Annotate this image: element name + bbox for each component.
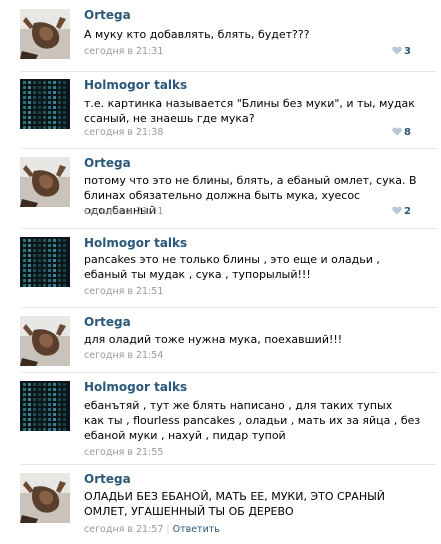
comment-line: для оладий тоже нужна мука, поехавший!!! bbox=[84, 333, 343, 346]
separator bbox=[20, 372, 437, 373]
comment-1: Ortega А муку кто добавлять, блять, буде… bbox=[0, 6, 441, 68]
author-name[interactable]: Holmogor talks bbox=[84, 78, 187, 92]
like-button[interactable]: 3 bbox=[392, 46, 411, 57]
comment-line: А муку кто добавлять, блять, будет??? bbox=[84, 28, 310, 41]
comment-meta: сегодня в 21:51 bbox=[84, 286, 163, 297]
comment-6: Holmogor talks ебанътяй , тут же блять н… bbox=[0, 378, 441, 464]
like-count: 3 bbox=[404, 46, 411, 57]
comment-line: ебанътяй , тут же блять написано , для т… bbox=[84, 399, 393, 412]
matrix-avatar-image bbox=[20, 237, 70, 287]
comment-text: ебанътяй , тут же блять написано , для т… bbox=[84, 398, 424, 443]
comment-text: А муку кто добавлять, блять, будет??? bbox=[84, 27, 424, 42]
comment-text: ОЛАДЬИ БЕЗ ЕБАНОЙ, МАТЬ ЕЕ, МУКИ, ЭТО СР… bbox=[84, 489, 424, 519]
comment-meta: сегодня в 21:31 bbox=[84, 46, 163, 57]
author-name[interactable]: Ortega bbox=[84, 8, 131, 22]
matrix-avatar-image bbox=[20, 381, 70, 431]
comment-meta: сегодня в 21:54 bbox=[84, 350, 163, 361]
matrix-avatar-image bbox=[20, 79, 70, 129]
avatar[interactable] bbox=[20, 237, 70, 287]
comment-meta: сегодня в 21:57 | Ответить bbox=[84, 524, 220, 535]
comment-line: ОМЛЕТ, УГАШЕННЫЙ ТЫ ОБ ДЕРЕВО bbox=[84, 505, 294, 518]
author-name[interactable]: Ortega bbox=[84, 315, 131, 329]
comment-line: ОЛАДЬИ БЕЗ ЕБАНОЙ, МАТЬ ЕЕ, МУКИ, ЭТО СР… bbox=[84, 490, 386, 503]
comment-line: pancakes это не только блины , это еще и… bbox=[84, 253, 380, 266]
separator bbox=[20, 228, 437, 229]
comment-text: т.е. картинка называется "Блины без муки… bbox=[84, 96, 424, 126]
comment-5: Ortega для оладий тоже нужна мука, поеха… bbox=[0, 313, 441, 375]
comment-line: т.е. картинка называется "Блины без муки… bbox=[84, 97, 415, 110]
separator bbox=[20, 148, 437, 149]
comment-2: Holmogor talks т.е. картинка называется … bbox=[0, 76, 441, 146]
comment-text: pancakes это не только блины , это еще и… bbox=[84, 252, 424, 282]
author-name[interactable]: Holmogor talks bbox=[84, 236, 187, 250]
like-count: 2 bbox=[404, 206, 411, 217]
comment-text: для оладий тоже нужна мука, поехавший!!! bbox=[84, 332, 424, 347]
comment-line: как ты , flourless pancakes , оладьи , м… bbox=[84, 414, 421, 427]
avatar[interactable] bbox=[20, 381, 70, 431]
comment-meta: сегодня в 21:55 bbox=[84, 447, 163, 458]
ortega-avatar-image bbox=[20, 157, 70, 207]
ortega-avatar-image bbox=[20, 316, 70, 366]
comment-7: Ortega ОЛАДЬИ БЕЗ ЕБАНОЙ, МАТЬ ЕЕ, МУКИ,… bbox=[0, 470, 441, 544]
avatar[interactable] bbox=[20, 79, 70, 129]
like-count: 8 bbox=[404, 127, 411, 138]
author-name[interactable]: Ortega bbox=[84, 472, 131, 486]
ortega-avatar-image bbox=[20, 473, 70, 523]
like-button[interactable]: 8 bbox=[392, 127, 411, 138]
comment-line: ебаный ты мудак , сука , тупорылый!!! bbox=[84, 268, 311, 281]
comment-line: ебаной муки , нахуй , пидар тупой bbox=[84, 429, 286, 442]
timestamp[interactable]: сегодня в 21:51 bbox=[84, 286, 163, 297]
comment-line: ссаный, не знаешь где мука? bbox=[84, 112, 255, 125]
avatar[interactable] bbox=[20, 473, 70, 523]
heart-icon bbox=[392, 46, 402, 55]
author-name[interactable]: Ortega bbox=[84, 156, 131, 170]
heart-icon bbox=[392, 127, 402, 136]
timestamp[interactable]: сегодня в 21:31 bbox=[84, 46, 163, 57]
timestamp[interactable]: сегодня в 21:54 bbox=[84, 350, 163, 361]
reply-link[interactable]: Ответить bbox=[173, 524, 220, 535]
comment-meta: сегодня в 21:38 bbox=[84, 127, 163, 138]
author-name[interactable]: Holmogor talks bbox=[84, 380, 187, 394]
separator bbox=[20, 71, 437, 72]
timestamp[interactable]: сегодня в 21:55 bbox=[84, 447, 163, 458]
heart-icon bbox=[392, 206, 402, 215]
comment-line: потому что это не блины, блять, а ебаный… bbox=[84, 174, 417, 187]
avatar[interactable] bbox=[20, 157, 70, 207]
timestamp[interactable]: сегодня в 21:41 bbox=[84, 206, 163, 217]
ortega-avatar-image bbox=[20, 9, 70, 59]
separator bbox=[20, 464, 437, 465]
divider: | bbox=[166, 524, 170, 535]
comment-3: Ortega потому что это не блины, блять, а… bbox=[0, 154, 441, 224]
comment-meta: сегодня в 21:41 bbox=[84, 206, 163, 217]
avatar[interactable] bbox=[20, 316, 70, 366]
comment-4: Holmogor talks pancakes это не только бл… bbox=[0, 234, 441, 304]
avatar[interactable] bbox=[20, 9, 70, 59]
like-button[interactable]: 2 bbox=[392, 206, 411, 217]
timestamp[interactable]: сегодня в 21:57 bbox=[84, 524, 163, 535]
separator bbox=[20, 307, 437, 308]
timestamp[interactable]: сегодня в 21:38 bbox=[84, 127, 163, 138]
